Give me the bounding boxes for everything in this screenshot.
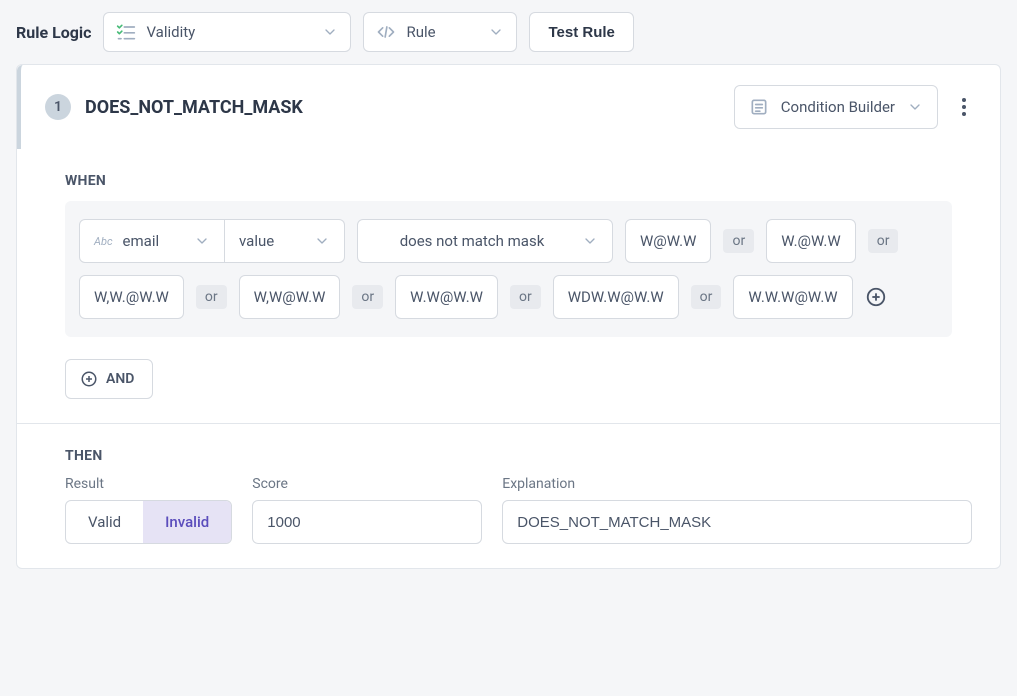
explanation-field: Explanation	[502, 476, 972, 544]
property-selector-value: value	[239, 232, 304, 250]
or-chip[interactable]: or	[196, 285, 227, 309]
operator-selector-value: does not match mask	[372, 232, 572, 250]
panel-header: 1 DOES_NOT_MATCH_MASK Condition Builder	[17, 65, 1000, 149]
operator-selector[interactable]: does not match mask	[357, 219, 613, 263]
rule-panel: 1 DOES_NOT_MATCH_MASK Condition Builder …	[16, 64, 1001, 569]
then-label: THEN	[65, 448, 952, 464]
add-mask-button[interactable]	[865, 286, 887, 308]
checklist-icon	[116, 22, 136, 42]
or-chip[interactable]: or	[510, 285, 541, 309]
page-title: Rule Logic	[16, 23, 91, 42]
mask-value[interactable]: W,W@W.W	[239, 275, 341, 319]
validity-dropdown[interactable]: Validity	[103, 12, 351, 52]
chevron-down-icon	[314, 233, 330, 249]
or-chip[interactable]: or	[723, 229, 754, 253]
test-rule-button[interactable]: Test Rule	[529, 12, 633, 52]
or-chip[interactable]: or	[868, 229, 899, 253]
rule-dropdown[interactable]: Rule	[363, 12, 517, 52]
more-menu-button[interactable]	[952, 92, 976, 122]
explanation-input[interactable]	[502, 500, 972, 544]
result-field: Result Valid Invalid	[65, 476, 232, 544]
property-selector[interactable]: value	[225, 219, 345, 263]
result-field-label: Result	[65, 476, 232, 492]
or-chip[interactable]: or	[691, 285, 722, 309]
result-option-valid[interactable]: Valid	[66, 501, 143, 543]
score-field-label: Score	[252, 476, 482, 492]
chevron-down-icon	[582, 233, 598, 249]
and-button-label: AND	[106, 371, 134, 387]
rule-dropdown-label: Rule	[406, 23, 478, 41]
mask-value[interactable]: W,W.@W.W	[79, 275, 184, 319]
type-badge: Abc	[94, 235, 113, 248]
condition-row: Abc email value does not match mask W@W.…	[65, 201, 952, 337]
when-section: WHEN Abc email value does not match mask…	[17, 149, 1000, 423]
field-selector[interactable]: Abc email	[79, 219, 225, 263]
builder-icon	[749, 97, 769, 117]
topbar: Rule Logic Validity Rule Test Rule	[0, 0, 1017, 64]
chevron-down-icon	[488, 24, 504, 40]
score-field: Score	[252, 476, 482, 544]
or-chip[interactable]: or	[352, 285, 383, 309]
condition-builder-dropdown[interactable]: Condition Builder	[734, 85, 938, 129]
plus-circle-icon	[80, 370, 98, 388]
mask-value[interactable]: W.@W.W	[766, 219, 856, 263]
result-toggle: Valid Invalid	[65, 500, 232, 544]
explanation-field-label: Explanation	[502, 476, 972, 492]
code-icon	[376, 22, 396, 42]
chevron-down-icon	[907, 99, 923, 115]
chevron-down-icon	[322, 24, 338, 40]
score-input[interactable]	[252, 500, 482, 544]
field-selector-value: email	[123, 232, 184, 250]
rule-index-badge: 1	[45, 94, 71, 120]
add-and-condition-button[interactable]: AND	[65, 359, 153, 399]
when-label: WHEN	[65, 173, 952, 189]
mask-value[interactable]: W.W@W.W	[395, 275, 498, 319]
rule-title: DOES_NOT_MATCH_MASK	[85, 97, 720, 118]
chevron-down-icon	[194, 233, 210, 249]
mask-value[interactable]: WDW.W@W.W	[553, 275, 679, 319]
condition-builder-label: Condition Builder	[781, 98, 895, 116]
validity-dropdown-label: Validity	[146, 23, 312, 41]
then-section: THEN Result Valid Invalid Score Explanat…	[17, 423, 1000, 568]
mask-value[interactable]: W.W.W@W.W	[733, 275, 852, 319]
result-option-invalid[interactable]: Invalid	[143, 501, 231, 543]
mask-value[interactable]: W@W.W	[625, 219, 711, 263]
